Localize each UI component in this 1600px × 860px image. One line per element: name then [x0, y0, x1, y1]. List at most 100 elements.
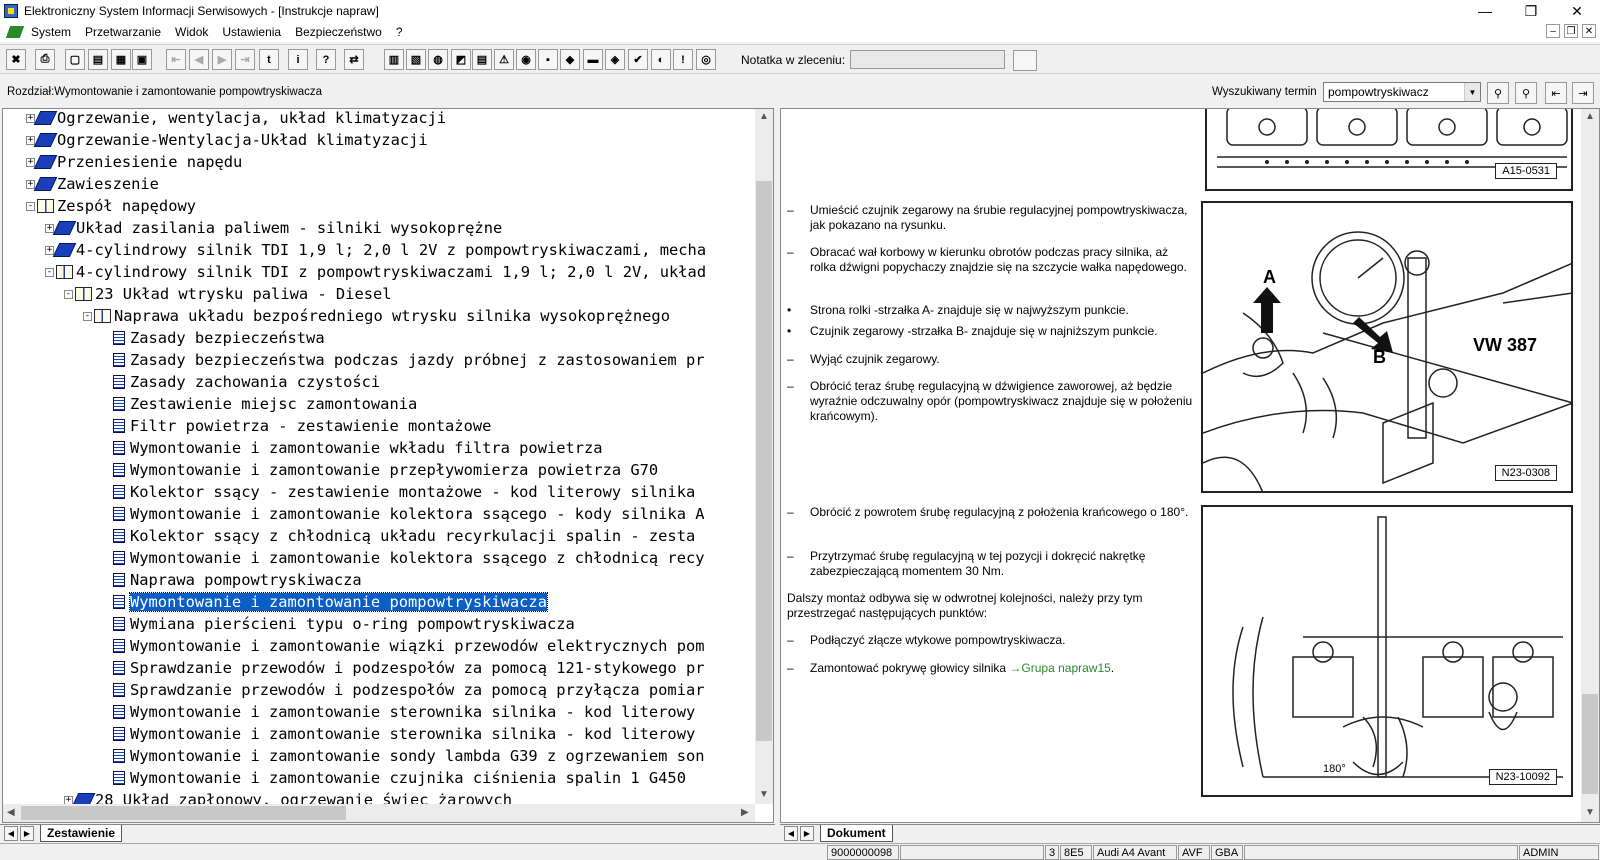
collapse-icon[interactable]: -	[64, 289, 73, 299]
tree-node[interactable]: Sprawdzanie przewodów i podzespołów za p…	[102, 657, 705, 679]
tree-node[interactable]: + Zawieszenie	[26, 173, 159, 195]
toolbar-button-13[interactable]: ?	[316, 49, 336, 70]
collapse-icon[interactable]: -	[26, 201, 35, 211]
expand-icon[interactable]: +	[26, 135, 35, 145]
search-button[interactable]: ⚲	[1487, 82, 1509, 104]
tree-node[interactable]: + Ogrzewanie, wentylacja, układ klimatyza…	[26, 109, 446, 129]
toolbar-button-11[interactable]: t	[259, 49, 279, 70]
toolbar-button-16[interactable]: ▧	[406, 49, 426, 70]
tree-node[interactable]: Zestawienie miejsc zamontowania	[102, 393, 417, 415]
toolbar-button-19[interactable]: ▤	[472, 49, 492, 70]
tree-node[interactable]: Kolektor ssący - zestawienie montażowe -…	[102, 481, 695, 503]
toolbar-button-8[interactable]: ◀	[189, 49, 209, 70]
toolbar-button-12[interactable]: i	[288, 49, 308, 70]
tree-node[interactable]: Wymontowanie i zamontowanie sterownika s…	[102, 701, 695, 723]
note-input[interactable]	[850, 50, 1005, 69]
toolbar-button-23[interactable]: ◆	[560, 49, 580, 70]
toolbar-button-29[interactable]: ◎	[696, 49, 716, 70]
expand-icon[interactable]: +	[45, 223, 54, 233]
toolbar-button-2[interactable]: ⎙	[35, 49, 55, 70]
toolbar-button-24[interactable]: ▬	[583, 49, 603, 70]
tree-node[interactable]: Wymontowanie i zamontowanie czujnika ciś…	[102, 767, 686, 789]
tree-node[interactable]: - Zespół napędowy	[26, 195, 196, 217]
toolbar-button-22[interactable]: ▪	[538, 49, 558, 70]
toolbar-button-3[interactable]: ▢	[65, 49, 85, 70]
collapse-icon[interactable]: -	[83, 311, 92, 321]
document-vscroll-thumb[interactable]	[1582, 694, 1598, 794]
toolbar-button-28[interactable]: !	[673, 49, 693, 70]
tree-node[interactable]: Wymontowanie i zamontowanie pompowtryski…	[102, 591, 548, 613]
tab-dokument[interactable]: Dokument	[820, 825, 893, 842]
toolbar-button-4[interactable]: ▤	[88, 49, 108, 70]
tree-node[interactable]: - 23 Układ wtrysku paliwa - Diesel	[64, 283, 392, 305]
toolbar-button-1[interactable]: ✖	[6, 49, 26, 70]
tree-node[interactable]: + Układ zasilania paliwem - silniki wysok…	[45, 217, 502, 239]
tree-node[interactable]: + Ogrzewanie-Wentylacja-Układ klimatyzacj…	[26, 129, 428, 151]
toolbar-button-17[interactable]: ◍	[428, 49, 448, 70]
tab-prev-icon[interactable]: ◀	[4, 826, 18, 841]
menu-ustawienia[interactable]: Ustawienia	[215, 25, 288, 39]
toolbar-button-5[interactable]: ▦	[111, 49, 131, 70]
tab-next-icon[interactable]: ▶	[800, 826, 814, 841]
tree-node[interactable]: + Przeniesienie napędu	[26, 151, 242, 173]
mdi-restore-button[interactable]: ❐	[1564, 24, 1578, 38]
tree-node[interactable]: Kolektor ssący z chłodnicą układu recyrk…	[102, 525, 695, 547]
collapse-icon[interactable]: -	[45, 267, 54, 277]
tree-node[interactable]: Zasady bezpieczeństwa	[102, 327, 325, 349]
expand-icon[interactable]: +	[64, 795, 73, 804]
tree-vertical-scrollbar[interactable]: ▲ ▼	[755, 109, 773, 804]
tree-hscroll-thumb[interactable]	[21, 806, 346, 820]
toolbar-button-7[interactable]: ⇤	[166, 49, 186, 70]
expand-icon[interactable]: +	[26, 113, 35, 123]
toolbar-button-25[interactable]: ◈	[605, 49, 625, 70]
search-input[interactable]: pompowtryskiwacz ▼	[1323, 82, 1481, 102]
toolbar-button-6[interactable]: ▣	[132, 49, 152, 70]
mdi-minimize-button[interactable]: –	[1546, 24, 1560, 38]
toolbar-button-20[interactable]: ⚠	[494, 49, 514, 70]
tree-node[interactable]: Filtr powietrza - zestawienie montażowe	[102, 415, 491, 437]
minimize-button[interactable]: —	[1462, 0, 1508, 22]
toolbar-button-18[interactable]: ◩	[451, 49, 471, 70]
tree-node[interactable]: +28 Układ zapłonowy, ogrzewanie świec ża…	[64, 789, 512, 804]
expand-icon[interactable]: +	[45, 245, 54, 255]
tree-vscroll-thumb[interactable]	[756, 181, 772, 741]
menu-przetwarzanie[interactable]: Przetwarzanie	[78, 25, 168, 39]
tree-node[interactable]: Sprawdzanie przewodów i podzespołów za p…	[102, 679, 705, 701]
tab-next-icon[interactable]: ▶	[20, 826, 34, 841]
tree-node[interactable]: Zasady zachowania czystości	[102, 371, 380, 393]
tree-node[interactable]: Wymontowanie i zamontowanie wiązki przew…	[102, 635, 705, 657]
expand-icon[interactable]: +	[26, 179, 35, 189]
tree-node[interactable]: Wymontowanie i zamontowanie kolektora ss…	[102, 503, 705, 525]
chevron-down-icon[interactable]: ▼	[1464, 83, 1480, 101]
tree-node[interactable]: Zasady bezpieczeństwa podczas jazdy prób…	[102, 349, 705, 371]
toolbar-button-21[interactable]: ◉	[516, 49, 536, 70]
note-button[interactable]	[1013, 50, 1037, 71]
tree-node[interactable]: Wymontowanie i zamontowanie przepływomie…	[102, 459, 658, 481]
tree-node[interactable]: Naprawa pompowtryskiwacza	[102, 569, 362, 591]
tree-node[interactable]: - Naprawa układu bezpośredniego wtrysku s…	[83, 305, 670, 327]
tree-node[interactable]: Wymontowanie i zamontowanie wkładu filtr…	[102, 437, 603, 459]
expand-icon[interactable]: +	[26, 157, 35, 167]
close-button[interactable]: ✕	[1554, 0, 1600, 22]
menu-widok[interactable]: Widok	[168, 25, 215, 39]
tab-prev-icon[interactable]: ◀	[784, 826, 798, 841]
mdi-close-button[interactable]: ✕	[1582, 24, 1596, 38]
menu-help[interactable]: ?	[389, 25, 410, 39]
menu-bezpieczenstwo[interactable]: Bezpieczeństwo	[288, 25, 389, 39]
tree-node[interactable]: Wymontowanie i zamontowanie sterownika s…	[102, 723, 695, 745]
repair-group-link[interactable]: →Grupa napraw15	[1009, 661, 1110, 675]
system-menu-icon[interactable]	[5, 26, 25, 38]
document-vertical-scrollbar[interactable]: ▲ ▼	[1581, 109, 1599, 822]
toolbar-button-10[interactable]: ⇥	[235, 49, 255, 70]
tree-node[interactable]: - 4-cylindrowy silnik TDI z pompowtryskiw…	[45, 261, 706, 283]
tree-horizontal-scrollbar[interactable]: ◀ ▶	[3, 804, 755, 822]
toolbar-button-26[interactable]: ✔	[628, 49, 648, 70]
tree-node[interactable]: +4-cylindrowy silnik TDI 1,9 l; 2,0 l 2V…	[45, 239, 706, 261]
toolbar-button-15[interactable]: ▥	[384, 49, 404, 70]
tree-node[interactable]: Wymontowanie i zamontowanie kolektora ss…	[102, 547, 705, 569]
search-next-button[interactable]: ⚲	[1515, 82, 1537, 104]
next-hit-button[interactable]: ⇥	[1572, 82, 1594, 104]
tree-node[interactable]: Wymiana pierścieni typu o-ring pompowtry…	[102, 613, 575, 635]
toolbar-button-9[interactable]: ▶	[212, 49, 232, 70]
toolbar-button-27[interactable]: ◐	[651, 49, 671, 70]
